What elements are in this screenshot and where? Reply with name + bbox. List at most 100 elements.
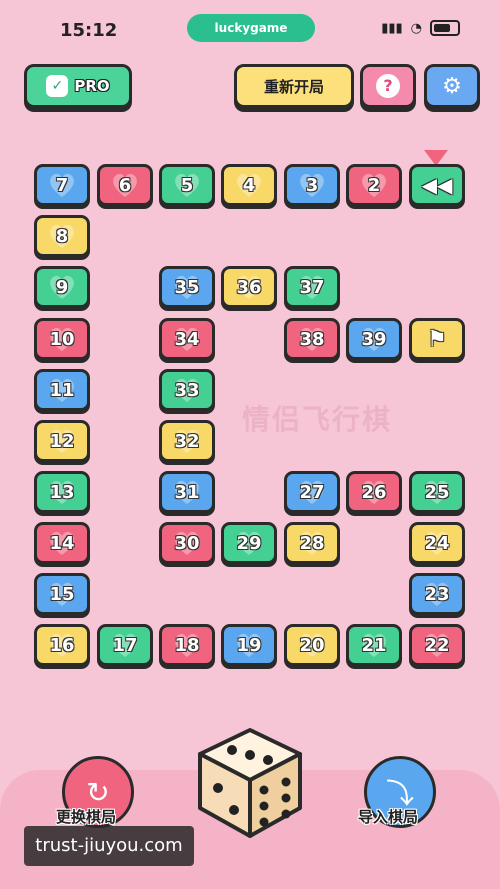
board-tile: 38 [284,318,340,360]
tile-number: 5 [180,174,194,196]
board-tile: 7 [34,164,90,206]
board-tile: 15 [34,573,90,615]
tile-number: 14 [49,532,75,554]
tile-number: 13 [49,481,75,503]
board-tile: 28 [284,522,340,564]
board-tile: 3 [284,164,340,206]
pro-button[interactable]: ✓ PRO [24,64,132,108]
site-watermark: trust-jiuyou.com [24,826,194,866]
board-tile: 35 [159,266,215,308]
tile-number: 25 [424,481,450,503]
tile-number: 27 [299,481,325,503]
board-tile: 14 [34,522,90,564]
board-tile: 17 [97,624,153,666]
tile-number: 4 [242,174,256,196]
board-tile: 32 [159,420,215,462]
tile-number: 37 [299,276,325,298]
dice-button[interactable] [192,724,308,840]
refresh-icon: ↻ [86,775,110,809]
start-icon: ◀◀ [421,173,453,197]
tile-number: 3 [305,174,319,196]
board-tile: 13 [34,471,90,513]
board-tile: 9 [34,266,90,308]
tile-number: 30 [174,532,200,554]
pro-label: PRO [74,77,110,95]
change-board-label: 更换棋局 [56,808,117,826]
tile-number: 36 [236,276,262,298]
tile-number: 39 [361,328,387,350]
wifi-icon: ◔ [410,20,422,36]
board-watermark: 情侣飞行棋 [242,403,393,436]
board-tile: 10 [34,318,90,360]
board-tile: 11 [34,369,90,411]
start-tile: ◀◀ [409,164,465,206]
finish-flag-icon: ⚑ [427,326,447,352]
board-tile: 8 [34,215,90,257]
help-button[interactable]: ? [360,64,416,108]
reset-game-button[interactable]: 重新开局 [234,64,354,108]
app-pill: luckygame [187,14,315,42]
tile-number: 15 [49,583,75,605]
board-tile: 24 [409,522,465,564]
tile-number: 2 [367,174,381,196]
board-tile: 33 [159,369,215,411]
board-tile: 30 [159,522,215,564]
board-tile: 19 [221,624,277,666]
tile-number: 6 [118,174,132,196]
board-tile: 23 [409,573,465,615]
board-tile: 27 [284,471,340,513]
tile-number: 20 [299,634,325,656]
board-tile: 39 [346,318,402,360]
tile-number: 10 [49,328,75,350]
tile-number: 38 [299,328,325,350]
board-tile: 2 [346,164,402,206]
status-bar: 15:12 luckygame ▮▮▮ ◔ [0,0,500,58]
tile-number: 18 [174,634,200,656]
tile-number: 7 [55,174,69,196]
signal-icon: ▮▮▮ [381,20,403,36]
tile-number: 19 [236,634,262,656]
board-tile: 6 [97,164,153,206]
board-tile: 25 [409,471,465,513]
tile-number: 23 [424,583,450,605]
tile-number: 32 [174,430,200,452]
tile-number: 33 [174,379,200,401]
tile-number: 31 [174,481,200,503]
settings-button[interactable]: ⚙ [424,64,480,108]
tile-number: 29 [236,532,262,554]
tile-number: 26 [361,481,387,503]
help-icon: ? [376,74,400,98]
board-tile: 26 [346,471,402,513]
board-tile: 34 [159,318,215,360]
import-board-label: 导入棋局 [358,808,419,826]
tile-number: 17 [112,634,138,656]
board-tile: 5 [159,164,215,206]
tile-number: 34 [174,328,200,350]
board-tile: 12 [34,420,90,462]
tile-number: 28 [299,532,325,554]
tile-number: 9 [55,276,69,298]
board-tile: 20 [284,624,340,666]
board-tile: 21 [346,624,402,666]
check-icon: ✓ [46,75,69,97]
gear-icon: ⚙ [442,73,462,99]
board-tile: 31 [159,471,215,513]
tile-number: 11 [49,379,75,401]
board-tile: 4 [221,164,277,206]
tile-number: 16 [49,634,75,656]
tile-number: 21 [361,634,387,656]
battery-icon [430,20,460,36]
system-icons: ▮▮▮ ◔ [381,20,460,36]
board-tile: 29 [221,522,277,564]
board-tile: 37 [284,266,340,308]
status-time: 15:12 [60,20,118,41]
tile-number: 12 [49,430,75,452]
board-tile: 18 [159,624,215,666]
tile-number: 22 [424,634,450,656]
tile-number: 35 [174,276,200,298]
board-tile: 22 [409,624,465,666]
finish-tile: ⚑ [409,318,465,360]
board-tile: 36 [221,266,277,308]
board-tile: 16 [34,624,90,666]
tile-number: 24 [424,532,450,554]
